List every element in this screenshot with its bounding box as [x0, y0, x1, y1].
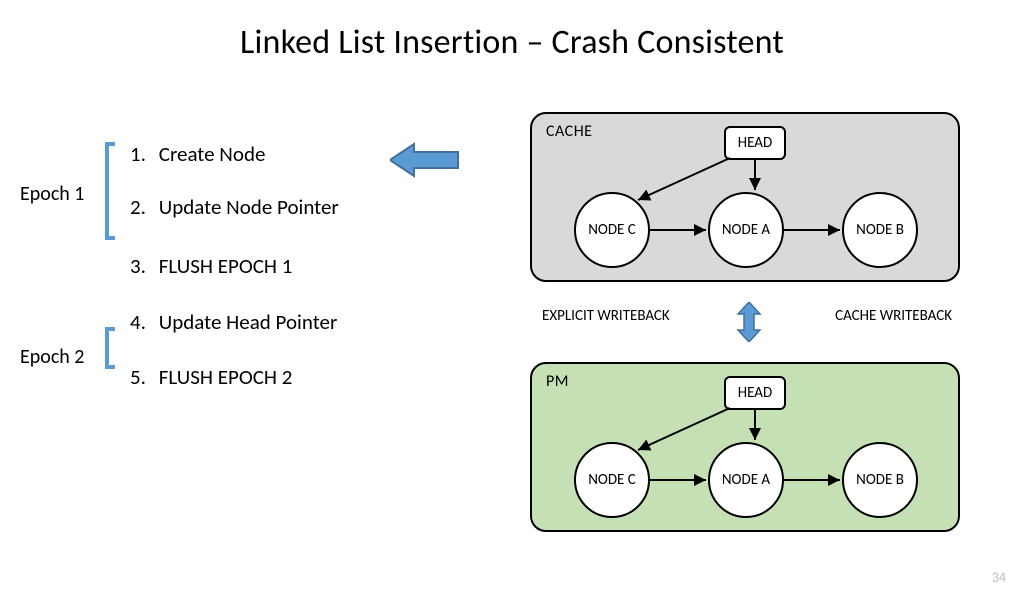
step-5: 5. FLUSH EPOCH 2	[130, 365, 339, 390]
step-3: 3. FLUSH EPOCH 1	[130, 254, 339, 279]
cache-label: CACHE	[546, 122, 592, 141]
step-1: 1. Create Node	[130, 142, 339, 167]
step-4-num: 4.	[130, 310, 154, 335]
pm-label: PM	[546, 372, 569, 391]
step-3-num: 3.	[130, 254, 154, 279]
epoch1-label: Epoch 1	[20, 182, 84, 206]
indicator-arrow-icon	[390, 142, 460, 178]
explicit-writeback-label: EXPLICIT WRITEBACK	[542, 307, 670, 325]
step-1-text: Create Node	[159, 141, 266, 167]
step-5-text: FLUSH EPOCH 2	[159, 364, 293, 390]
step-4: 4. Update Head Pointer	[130, 310, 339, 335]
step-2-num: 2.	[130, 195, 154, 220]
slide-title: Linked List Insertion – Crash Consistent	[0, 22, 1024, 63]
cache-head: HEAD	[724, 126, 786, 160]
step-4-text: Update Head Pointer	[159, 309, 338, 335]
bracket-epoch1	[105, 142, 115, 240]
step-3-text: FLUSH EPOCH 1	[159, 253, 293, 279]
cache-writeback-label: CACHE WRITEBACK	[835, 307, 952, 325]
pm-panel: PM HEAD NODE C NODE A NODE B	[530, 362, 960, 532]
pm-node-b: NODE B	[842, 442, 918, 518]
bracket-epoch2	[105, 327, 115, 369]
epoch2-label: Epoch 2	[20, 345, 84, 369]
step-list: 1. Create Node 2. Update Node Pointer 3.…	[130, 142, 339, 418]
double-arrow-icon	[734, 302, 764, 342]
cache-node-c: NODE C	[574, 192, 650, 268]
cache-node-b: NODE B	[842, 192, 918, 268]
pm-node-c: NODE C	[574, 442, 650, 518]
slide-number: 34	[992, 569, 1006, 586]
pm-head: HEAD	[724, 376, 786, 410]
step-5-num: 5.	[130, 365, 154, 390]
step-2-text: Update Node Pointer	[159, 194, 339, 220]
step-2: 2. Update Node Pointer	[130, 195, 339, 220]
step-1-num: 1.	[130, 142, 154, 167]
cache-panel: CACHE HEAD NODE C NODE A NODE B	[530, 112, 960, 282]
pm-node-a: NODE A	[708, 442, 784, 518]
cache-node-a: NODE A	[708, 192, 784, 268]
